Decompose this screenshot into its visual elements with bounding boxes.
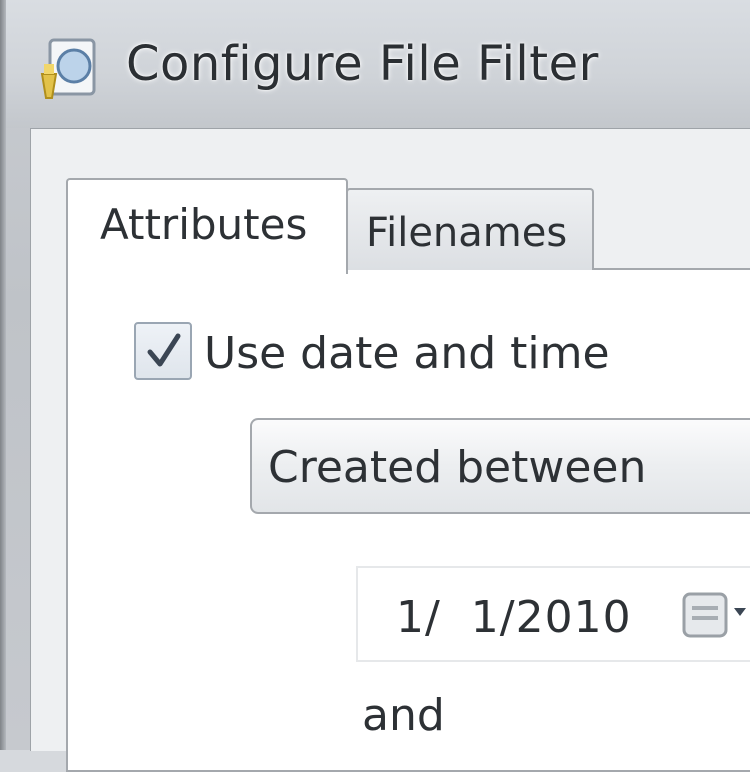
title-bar[interactable]: Configure File Filter [6, 0, 750, 128]
date-mode-value: Created between [268, 442, 647, 493]
calendar-icon[interactable] [682, 590, 750, 640]
tab-attributes-label: Attributes [100, 200, 308, 249]
tab-attributes[interactable]: Attributes [66, 178, 348, 274]
tab-filenames[interactable]: Filenames [346, 188, 594, 270]
use-date-time-checkbox[interactable] [134, 322, 192, 380]
date-mode-dropdown[interactable]: Created between [250, 418, 750, 514]
tab-filenames-label: Filenames [366, 210, 568, 256]
window-title: Configure File Filter [126, 36, 599, 92]
use-date-time-label[interactable]: Use date and time [204, 328, 610, 379]
start-date-value[interactable]: 1/ 1/2010 [396, 592, 632, 643]
checkmark-icon [147, 333, 181, 367]
start-date-picker[interactable]: 1/ 1/2010 [356, 566, 750, 662]
filter-config-icon [40, 38, 96, 99]
and-label: and [362, 690, 445, 741]
